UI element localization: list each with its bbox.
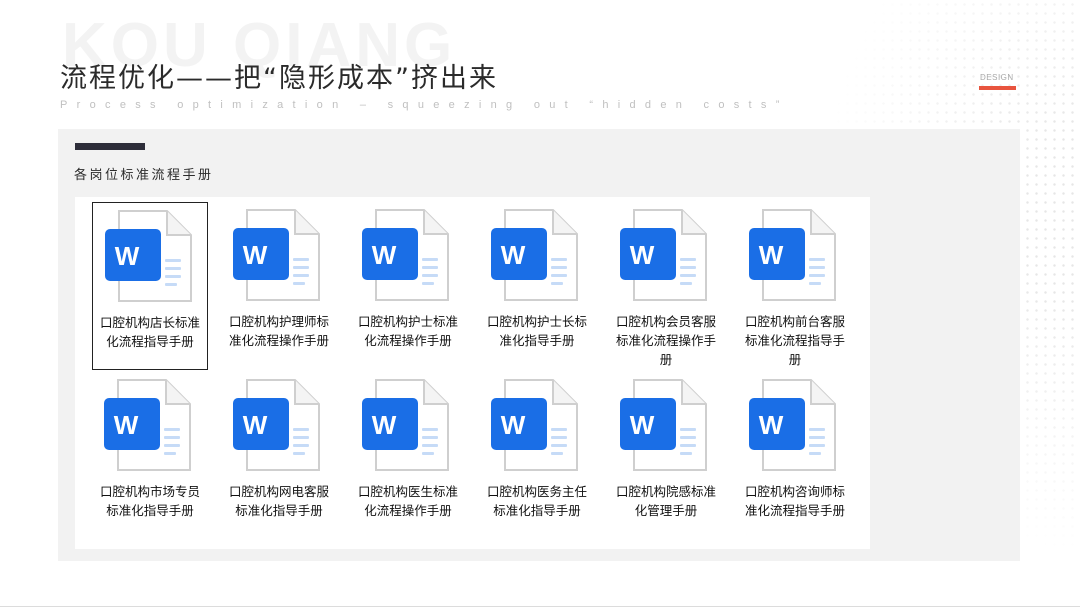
- file-item[interactable]: W 口腔机构护理师标准化流程操作手册: [221, 202, 337, 370]
- svg-text:W: W: [115, 241, 140, 271]
- file-grid: W 口腔机构店长标准化流程指导手册 W 口腔机构护理师标准化流程操作手册 W 口腔机构护士…: [75, 197, 870, 549]
- file-item[interactable]: W 口腔机构院感标准化管理手册: [608, 372, 724, 540]
- file-item[interactable]: W 口腔机构医生标准化流程操作手册: [350, 372, 466, 540]
- section-marker-bar: [75, 143, 145, 150]
- svg-text:W: W: [759, 240, 784, 270]
- file-item[interactable]: W 口腔机构网电客服标准化指导手册: [221, 372, 337, 540]
- svg-text:W: W: [759, 410, 784, 440]
- word-doc-icon: W: [105, 209, 195, 305]
- section-heading: 各岗位标准流程手册: [74, 168, 214, 183]
- svg-text:W: W: [501, 410, 526, 440]
- word-doc-icon: W: [491, 378, 581, 474]
- word-doc-icon: W: [362, 208, 452, 304]
- file-name-label: 口腔机构院感标准化管理手册: [615, 484, 716, 518]
- file-name-label: 口腔机构护士标准化流程操作手册: [357, 314, 458, 348]
- svg-text:W: W: [630, 410, 655, 440]
- file-name-label: 口腔机构市场专员标准化指导手册: [99, 484, 200, 518]
- file-item[interactable]: W 口腔机构医务主任标准化指导手册: [479, 372, 595, 540]
- svg-text:W: W: [243, 410, 268, 440]
- word-doc-icon: W: [233, 208, 323, 304]
- content-panel: 各岗位标准流程手册 W 口腔机构店长标准化流程指导手册 W 口腔机构护理师标准化流程操…: [58, 129, 1020, 561]
- word-doc-icon: W: [620, 378, 710, 474]
- word-doc-icon: W: [749, 378, 839, 474]
- bottom-divider: [0, 606, 1080, 607]
- word-doc-icon: W: [620, 208, 710, 304]
- word-doc-icon: W: [362, 378, 452, 474]
- svg-text:W: W: [630, 240, 655, 270]
- file-name-label: 口腔机构护理师标准化流程操作手册: [228, 314, 329, 348]
- word-doc-icon: W: [749, 208, 839, 304]
- file-name-label: 口腔机构护士长标准化指导手册: [486, 314, 587, 348]
- file-name-label: 口腔机构网电客服标准化指导手册: [228, 484, 329, 518]
- svg-text:W: W: [372, 240, 397, 270]
- word-doc-icon: W: [233, 378, 323, 474]
- svg-text:W: W: [501, 240, 526, 270]
- page-subtitle: Process optimization – squeezing out “hi…: [60, 99, 789, 111]
- file-item[interactable]: W 口腔机构护士长标准化指导手册: [479, 202, 595, 370]
- file-name-label: 口腔机构店长标准化流程指导手册: [99, 315, 200, 349]
- design-tag: DESIGN: [980, 73, 1014, 82]
- file-name-label: 口腔机构前台客服标准化流程指导手册: [744, 314, 845, 367]
- svg-text:W: W: [243, 240, 268, 270]
- file-item[interactable]: W 口腔机构咨询师标准化流程指导手册: [737, 372, 853, 540]
- file-item[interactable]: W 口腔机构店长标准化流程指导手册: [92, 202, 208, 370]
- accent-bar: [979, 86, 1016, 90]
- page-title: 流程优化——把“隐形成本”挤出来: [60, 63, 498, 94]
- svg-text:W: W: [114, 410, 139, 440]
- file-name-label: 口腔机构咨询师标准化流程指导手册: [744, 484, 845, 518]
- file-item[interactable]: W 口腔机构市场专员标准化指导手册: [92, 372, 208, 540]
- file-item[interactable]: W 口腔机构会员客服标准化流程操作手册: [608, 202, 724, 370]
- file-item[interactable]: W 口腔机构护士标准化流程操作手册: [350, 202, 466, 370]
- word-doc-icon: W: [491, 208, 581, 304]
- file-name-label: 口腔机构医务主任标准化指导手册: [486, 484, 587, 518]
- file-item[interactable]: W 口腔机构前台客服标准化流程指导手册: [737, 202, 853, 370]
- svg-text:W: W: [372, 410, 397, 440]
- file-name-label: 口腔机构医生标准化流程操作手册: [357, 484, 458, 518]
- file-name-label: 口腔机构会员客服标准化流程操作手册: [615, 314, 716, 367]
- word-doc-icon: W: [104, 378, 194, 474]
